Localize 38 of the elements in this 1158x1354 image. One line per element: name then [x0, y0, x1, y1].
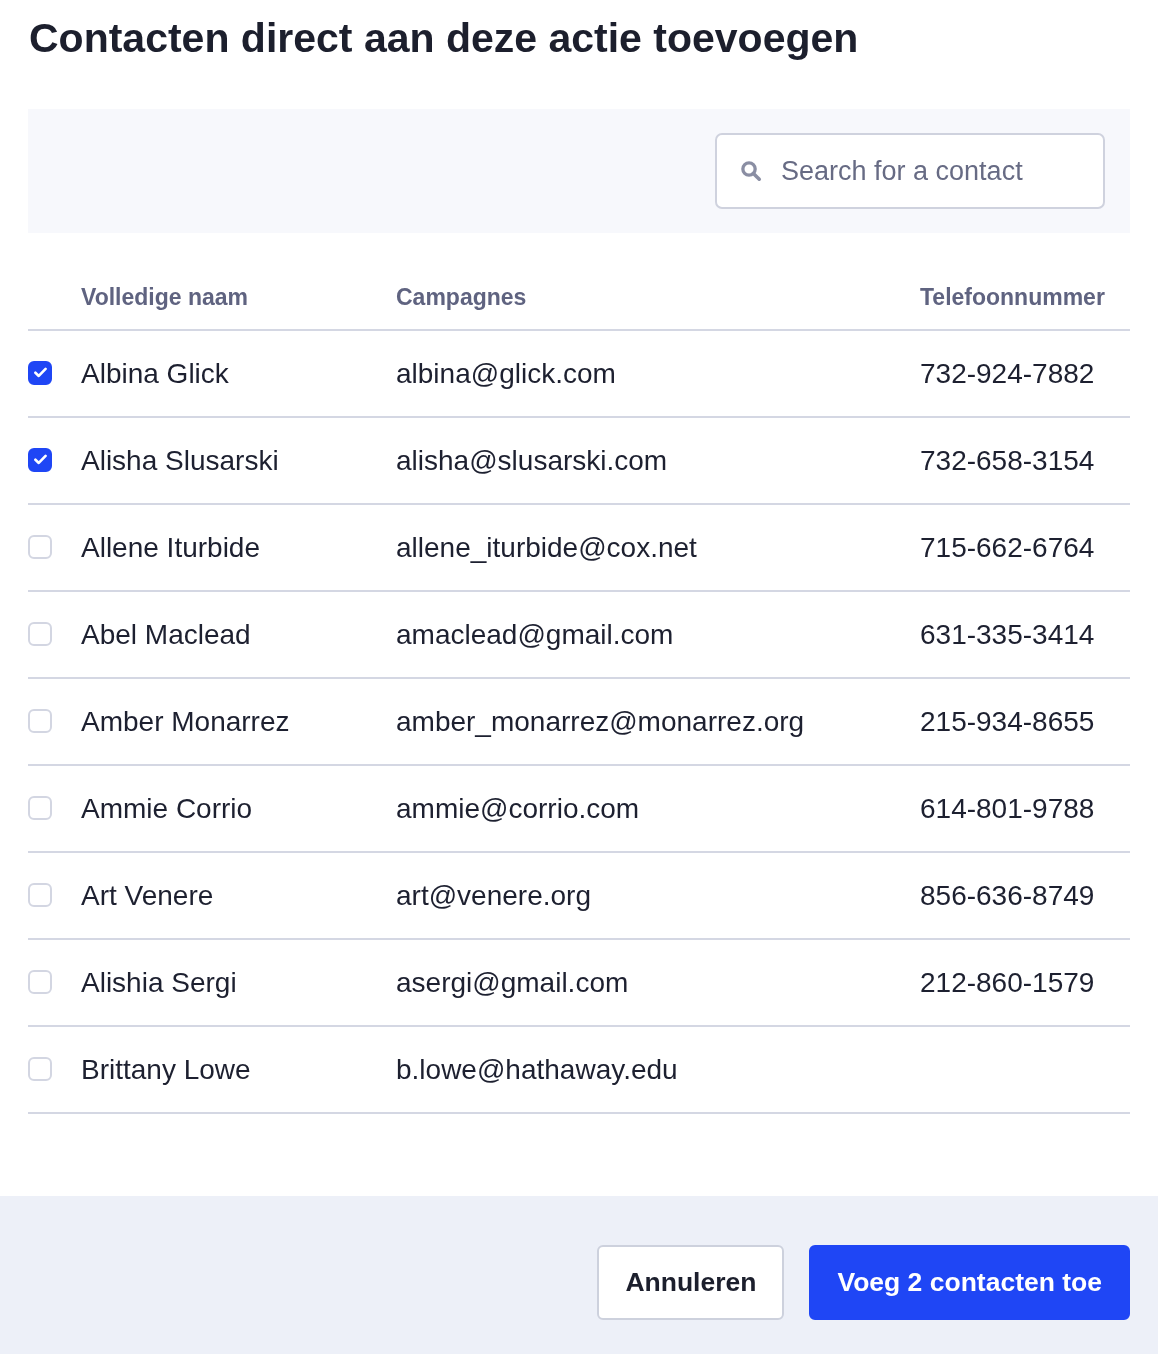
- email-cell: amaclead@gmail.com: [396, 618, 674, 651]
- phone-cell: 715-662-6764: [920, 531, 1095, 564]
- email-cell: b.lowe@hathaway.edu: [396, 1053, 678, 1086]
- email-cell: asergi@gmail.com: [396, 966, 629, 999]
- name-cell: Albina Glick: [81, 357, 229, 390]
- phone-cell: 732-924-7882: [920, 357, 1095, 390]
- phone-cell: 732-658-3154: [920, 444, 1095, 477]
- dialog-title: Contacten direct aan deze actie toevoegen: [29, 14, 860, 63]
- name-cell: Alishia Sergi: [81, 966, 237, 999]
- search-field[interactable]: Search for a contact: [715, 133, 1105, 209]
- name-cell: Ammie Corrio: [81, 792, 253, 825]
- action-button[interactable]: Voeg 2 contacten toe: [809, 1245, 1130, 1320]
- row-checkbox[interactable]: [28, 360, 52, 385]
- name-cell: Abel Maclead: [81, 618, 251, 651]
- email-cell: amber_monarrez@monarrez.org: [396, 705, 805, 738]
- email-cell: allene_iturbide@cox.net: [396, 531, 697, 564]
- phone-cell: 856-636-8749: [920, 879, 1095, 912]
- phone-cell: 215-934-8655: [920, 705, 1095, 738]
- name-cell: Alisha Slusarski: [81, 444, 279, 477]
- name-cell: Art Venere: [81, 879, 214, 912]
- email-cell: art@venere.org: [396, 879, 591, 912]
- name-cell: Amber Monarrez: [81, 705, 290, 738]
- action-button[interactable]: Annuleren: [597, 1245, 785, 1320]
- search-icon: [740, 160, 762, 182]
- phone-cell: 631-335-3414: [920, 618, 1095, 651]
- column-header: Telefoonnummer: [920, 283, 1106, 311]
- name-cell: Brittany Lowe: [81, 1053, 251, 1086]
- row-checkbox[interactable]: [28, 447, 52, 472]
- phone-cell: 212-860-1579: [920, 966, 1095, 999]
- column-header: Volledige naam: [81, 283, 249, 311]
- checkmark-icon: [33, 454, 47, 465]
- column-header: Campagnes: [396, 283, 528, 311]
- checkmark-icon: [33, 367, 47, 378]
- email-cell: albina@glick.com: [396, 357, 616, 390]
- phone-cell: 614-801-9788: [920, 792, 1095, 825]
- email-cell: alisha@slusarski.com: [396, 444, 668, 477]
- name-cell: Allene Iturbide: [81, 531, 260, 564]
- email-cell: ammie@corrio.com: [396, 792, 640, 825]
